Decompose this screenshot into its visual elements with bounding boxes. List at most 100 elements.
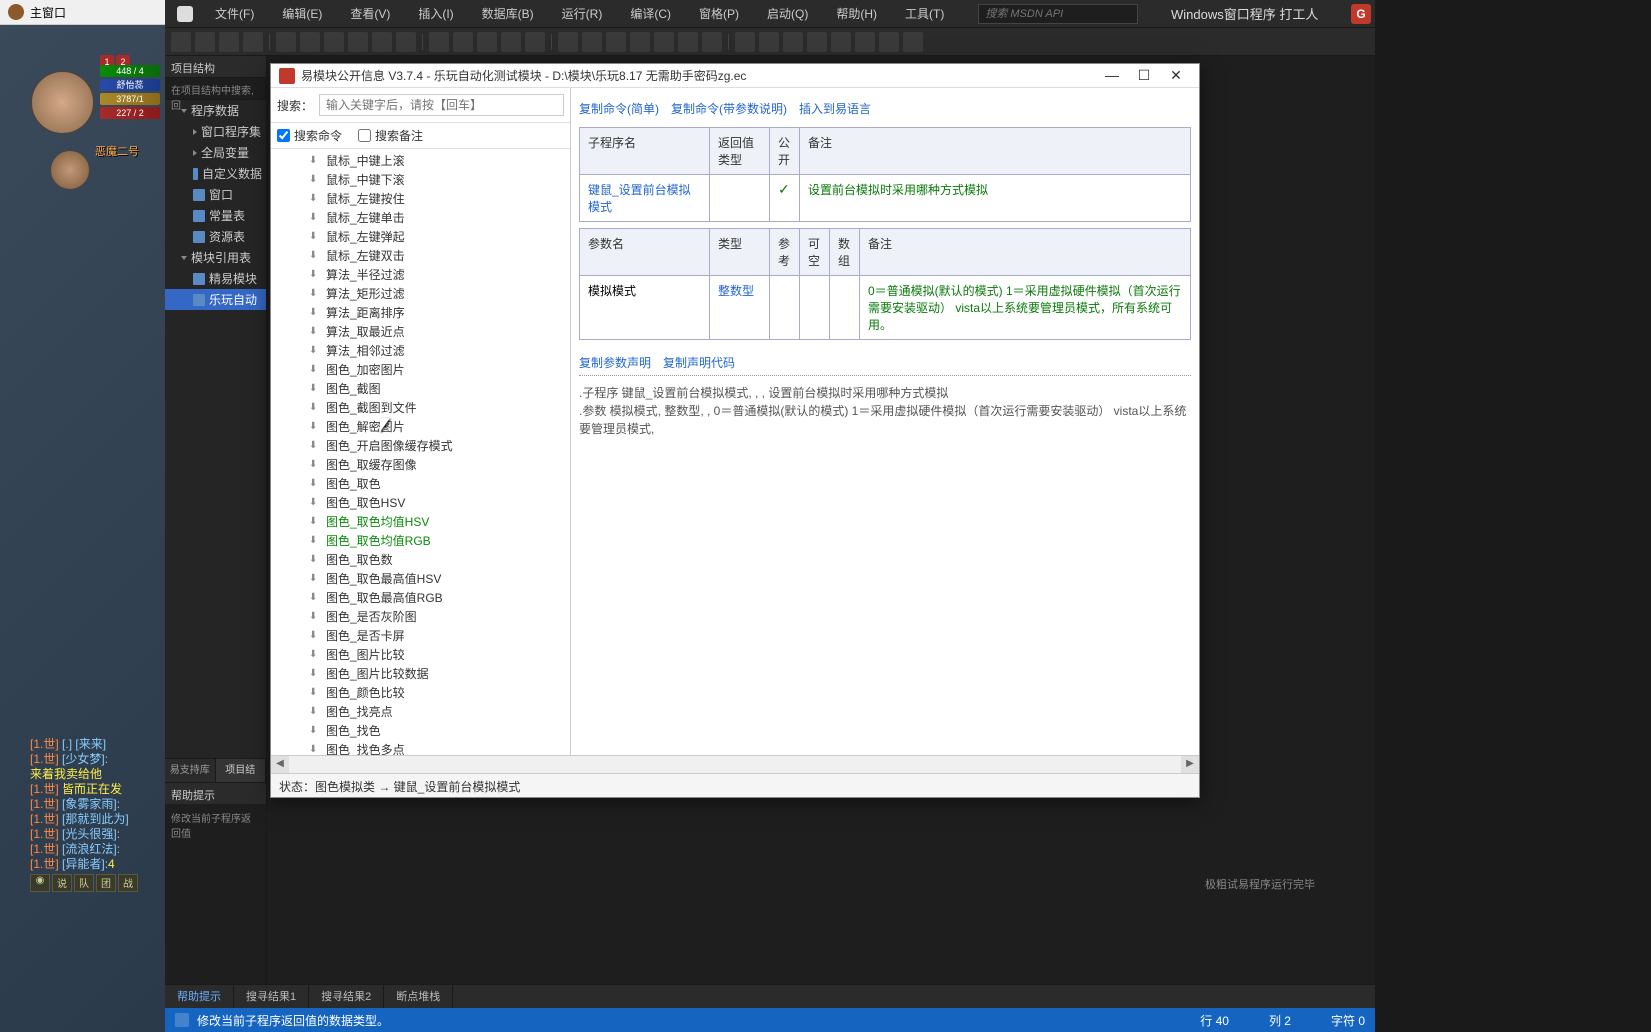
toolbar-btn-8[interactable] [372, 32, 392, 52]
function-item[interactable]: 鼠标_左键弹起 [271, 227, 570, 246]
function-item[interactable]: 鼠标_左键按住 [271, 189, 570, 208]
toolbar-btn-22[interactable] [735, 32, 755, 52]
toolbar-btn-9[interactable] [396, 32, 416, 52]
function-item[interactable]: 图色_是否灰阶图 [271, 607, 570, 626]
toolbar-btn-13[interactable] [501, 32, 521, 52]
function-item[interactable]: 图色_解密图片 [271, 417, 570, 436]
function-list[interactable]: 鼠标_中键上滚鼠标_中键下滚鼠标_左键按住鼠标_左键单击鼠标_左键弹起鼠标_左键… [271, 149, 570, 755]
function-item[interactable]: 图色_开启图像缓存模式 [271, 436, 570, 455]
tab-support-lib[interactable]: 易支持库 [165, 759, 216, 782]
toolbar-btn-6[interactable] [324, 32, 344, 52]
tree-item-0[interactable]: 程序数据 [165, 100, 266, 121]
msdn-search-input[interactable] [978, 4, 1138, 24]
toolbar-btn-21[interactable] [702, 32, 722, 52]
menu-0[interactable]: 文件(F) [201, 5, 268, 22]
menu-9[interactable]: 帮助(H) [822, 5, 891, 22]
check-search-command-box[interactable] [277, 129, 290, 142]
toolbar-btn-24[interactable] [783, 32, 803, 52]
function-item[interactable]: 鼠标_左键单击 [271, 208, 570, 227]
toolbar-btn-7[interactable] [348, 32, 368, 52]
toolbar-btn-28[interactable] [879, 32, 899, 52]
chat-btn-2[interactable]: 队 [74, 874, 94, 892]
function-item[interactable]: 鼠标_中键上滚 [271, 151, 570, 170]
tree-item-5[interactable]: 常量表 [165, 205, 266, 226]
function-item[interactable]: 图色_取色均值HSV [271, 512, 570, 531]
toolbar-btn-16[interactable] [582, 32, 602, 52]
function-item[interactable]: 图色_颜色比较 [271, 683, 570, 702]
check-search-command[interactable]: 搜索命令 [277, 127, 342, 144]
link-copy-simple[interactable]: 复制命令(简单) [579, 100, 659, 117]
function-item[interactable]: 图色_取色均值RGB [271, 531, 570, 550]
function-item[interactable]: 图色_取色最高值HSV [271, 569, 570, 588]
toolbar-btn-2[interactable] [219, 32, 239, 52]
check-search-note[interactable]: 搜索备注 [358, 127, 423, 144]
bottom-tab-0[interactable]: 帮助提示 [165, 985, 234, 1008]
menu-7[interactable]: 窗格(P) [685, 5, 753, 22]
function-item[interactable]: 图色_加密图片 [271, 360, 570, 379]
tree-item-1[interactable]: 窗口程序集 [165, 121, 266, 142]
menu-1[interactable]: 编辑(E) [268, 5, 336, 22]
toolbar-btn-12[interactable] [477, 32, 497, 52]
tree-item-7[interactable]: 模块引用表 [165, 247, 266, 268]
chat-btn-4[interactable]: 战 [118, 874, 138, 892]
function-item[interactable]: 图色_截图 [271, 379, 570, 398]
toolbar-btn-17[interactable] [606, 32, 626, 52]
chat-btn-1[interactable]: 说 [52, 874, 72, 892]
hscroll-track[interactable] [289, 756, 1181, 773]
project-search-input[interactable]: 在项目结构中搜索,回 [165, 78, 266, 100]
tree-item-4[interactable]: 窗口 [165, 184, 266, 205]
chat-btn-3[interactable]: 团 [96, 874, 116, 892]
toolbar-btn-1[interactable] [195, 32, 215, 52]
link-copy-param-decl[interactable]: 复制参数声明 [579, 354, 651, 371]
tree-item-3[interactable]: 自定义数据 [165, 163, 266, 184]
function-search-input[interactable] [319, 94, 564, 116]
function-item[interactable]: 算法_取最近点 [271, 322, 570, 341]
link-copy-params[interactable]: 复制命令(带参数说明) [671, 100, 787, 117]
td-type[interactable]: 整数型 [710, 276, 770, 340]
menu-2[interactable]: 查看(V) [336, 5, 404, 22]
function-item[interactable]: 鼠标_中键下滚 [271, 170, 570, 189]
td-sub-name[interactable]: 键鼠_设置前台模拟模式 [580, 175, 710, 222]
menu-10[interactable]: 工具(T) [891, 5, 958, 22]
tree-item-2[interactable]: 全局变量 [165, 142, 266, 163]
menu-6[interactable]: 编译(C) [616, 5, 685, 22]
bottom-tab-2[interactable]: 搜寻结果2 [309, 985, 384, 1008]
function-item[interactable]: 图色_找色 [271, 721, 570, 740]
function-item[interactable]: 图色_截图到文件 [271, 398, 570, 417]
toolbar-btn-23[interactable] [759, 32, 779, 52]
tree-item-8[interactable]: 精易模块 [165, 268, 266, 289]
tree-item-9[interactable]: 乐玩自动 [165, 289, 266, 310]
tab-project-struct[interactable]: 项目结 [216, 759, 267, 782]
toolbar-btn-3[interactable] [243, 32, 263, 52]
function-item[interactable]: 图色_找色多点 [271, 740, 570, 755]
function-item[interactable]: 算法_相邻过滤 [271, 341, 570, 360]
dialog-maximize-button[interactable]: ☐ [1129, 66, 1159, 86]
toolbar-btn-25[interactable] [807, 32, 827, 52]
bottom-tab-3[interactable]: 断点堆栈 [384, 985, 453, 1008]
toolbar-btn-10[interactable] [429, 32, 449, 52]
function-item[interactable]: 鼠标_左键双击 [271, 246, 570, 265]
tree-item-6[interactable]: 资源表 [165, 226, 266, 247]
chat-btn-0[interactable]: ◉ [30, 874, 50, 892]
function-item[interactable]: 图色_取色最高值RGB [271, 588, 570, 607]
toolbar-btn-4[interactable] [276, 32, 296, 52]
function-item[interactable]: 图色_图片比较数据 [271, 664, 570, 683]
function-item[interactable]: 图色_取色 [271, 474, 570, 493]
dialog-hscrollbar[interactable]: ◀ ▶ [271, 755, 1199, 773]
function-item[interactable]: 算法_距离排序 [271, 303, 570, 322]
dialog-minimize-button[interactable]: — [1097, 66, 1127, 86]
link-copy-decl-code[interactable]: 复制声明代码 [663, 354, 735, 371]
toolbar-btn-19[interactable] [654, 32, 674, 52]
bottom-tab-1[interactable]: 搜寻结果1 [234, 985, 309, 1008]
menu-4[interactable]: 数据库(B) [468, 5, 548, 22]
function-item[interactable]: 图色_是否卡屏 [271, 626, 570, 645]
toolbar-btn-14[interactable] [525, 32, 545, 52]
hscroll-left[interactable]: ◀ [271, 756, 289, 773]
check-search-note-box[interactable] [358, 129, 371, 142]
dialog-close-button[interactable]: ✕ [1161, 66, 1191, 86]
toolbar-btn-20[interactable] [678, 32, 698, 52]
function-item[interactable]: 图色_图片比较 [271, 645, 570, 664]
toolbar-btn-29[interactable] [903, 32, 923, 52]
toolbar-btn-27[interactable] [855, 32, 875, 52]
function-item[interactable]: 算法_半径过滤 [271, 265, 570, 284]
